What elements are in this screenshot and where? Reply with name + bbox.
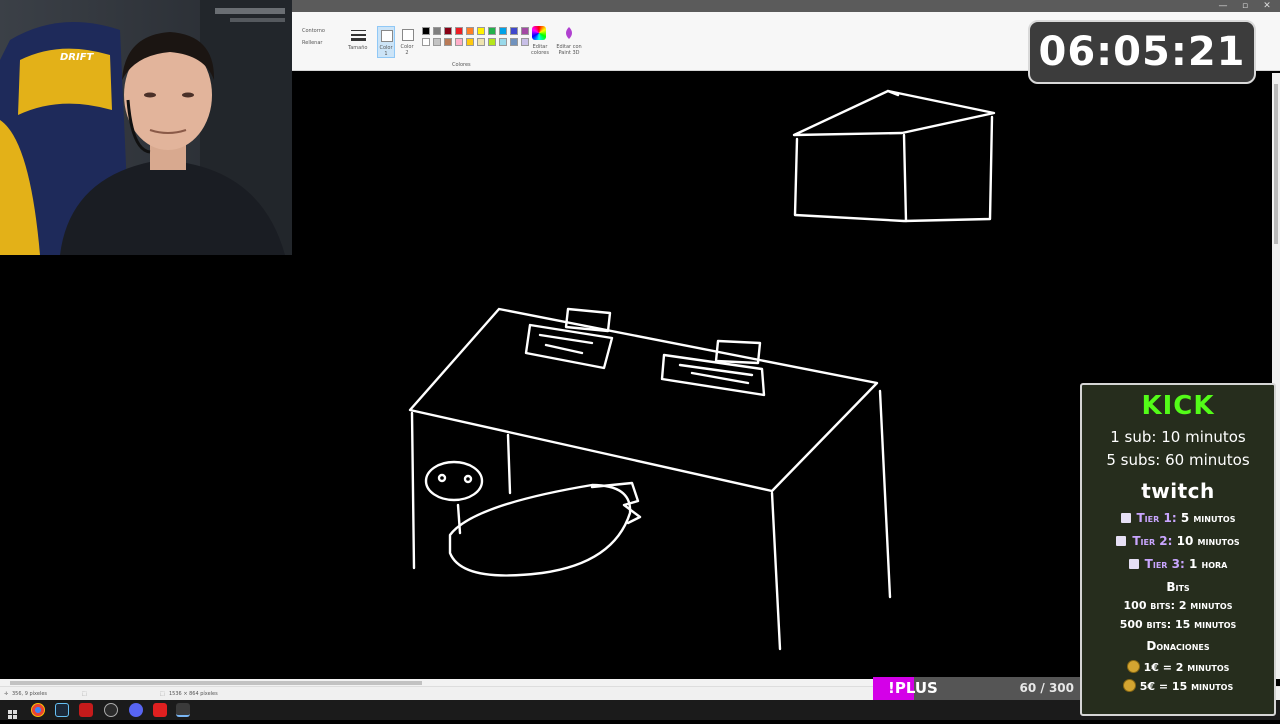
donation-rate-2: 5€ = 15 minutos xyxy=(1082,679,1274,693)
tier-label: Tier 2: xyxy=(1132,534,1173,548)
palette-swatch[interactable] xyxy=(510,27,518,35)
cursor-icon: ✛ xyxy=(4,691,9,697)
color1-button[interactable]: Color 1 xyxy=(377,26,395,58)
obs-icon[interactable] xyxy=(104,703,118,717)
twitch-tier-2: Tier 2: 10 minutos xyxy=(1082,534,1274,548)
donation-rate-1: 1€ = 2 minutos xyxy=(1082,660,1274,674)
donation-text: 5€ = 15 minutos xyxy=(1139,680,1234,693)
donations-heading: Donaciones xyxy=(1146,639,1210,653)
palette-swatch[interactable] xyxy=(466,27,474,35)
drawn-creature xyxy=(424,460,642,577)
bits-rate-2: 500 bits: 15 minutos xyxy=(1119,618,1237,631)
color2-label: Color 2 xyxy=(400,44,414,56)
plus-count: 60 / 300 xyxy=(1019,681,1075,695)
twitch-glitch-icon xyxy=(1128,559,1139,569)
palette-swatch[interactable] xyxy=(422,38,430,46)
palette-swatch[interactable] xyxy=(422,27,430,35)
palette-swatch[interactable] xyxy=(477,38,485,46)
windows-logo xyxy=(8,710,17,719)
discord-icon[interactable] xyxy=(129,703,143,717)
chrome-icon[interactable] xyxy=(31,703,45,717)
close-icon[interactable]: ✕ xyxy=(1256,0,1278,12)
fill-option[interactable]: Rellenar xyxy=(302,40,322,46)
kick-logo: KICK xyxy=(1141,391,1215,421)
twitch-logo: twitch xyxy=(1141,479,1215,503)
selection-icon: ⬚ xyxy=(82,691,87,697)
palette-swatch[interactable] xyxy=(444,27,452,35)
app-red2-icon[interactable] xyxy=(153,703,167,717)
subathon-timer: 06:05:21 xyxy=(1028,20,1256,84)
edit-colors-label: Editar colores xyxy=(531,44,549,56)
subathon-rates-panel: KICK 1 sub: 10 minutos 5 subs: 60 minuto… xyxy=(1080,383,1276,716)
paint3d-icon[interactable] xyxy=(563,26,575,40)
coin-icon xyxy=(1126,660,1140,673)
tier-label: Tier 3: xyxy=(1144,557,1185,571)
tier-label: Tier 1: xyxy=(1136,511,1177,525)
cursor-position: 356, 9 píxeles xyxy=(12,691,48,697)
twitch-glitch-icon xyxy=(1120,513,1131,523)
twitch-glitch-icon xyxy=(1116,536,1127,546)
svg-text:DRIFT: DRIFT xyxy=(60,52,95,63)
windows-start-icon[interactable] xyxy=(8,706,17,719)
maximize-icon[interactable]: ▫ xyxy=(1234,0,1256,12)
kick-rate-2: 5 subs: 60 minutos xyxy=(1106,451,1250,469)
color1-swatch xyxy=(381,30,393,42)
line-size-icon xyxy=(351,30,366,41)
outline-option[interactable]: Contorno xyxy=(302,28,325,34)
coin-icon xyxy=(1122,679,1136,692)
twitch-tier-1: Tier 1: 5 minutos xyxy=(1082,511,1274,525)
drawn-box xyxy=(792,89,996,223)
paint3d-glyph xyxy=(566,27,572,39)
outline-label: Contorno xyxy=(302,28,325,34)
bits-heading: Bits xyxy=(1166,580,1190,594)
paint-workspace-left xyxy=(0,255,292,680)
palette-swatch[interactable] xyxy=(444,38,452,46)
canvas-size-icon: ⬚ xyxy=(160,691,165,697)
colors-group-label: Colores xyxy=(452,62,471,68)
bits-rate-1: 100 bits: 2 minutos xyxy=(1123,599,1233,612)
palette-swatch[interactable] xyxy=(466,38,474,46)
tier-value: 1 hora xyxy=(1188,557,1228,571)
canvas-size: 1536 × 864 píxeles xyxy=(169,691,218,697)
minimize-icon[interactable]: — xyxy=(1212,0,1234,12)
webcam-feed: DRIFT xyxy=(0,0,292,255)
palette-swatch[interactable] xyxy=(488,38,496,46)
palette-swatch[interactable] xyxy=(477,27,485,35)
app-red-icon[interactable] xyxy=(79,703,93,717)
tier-value: 5 minutos xyxy=(1180,511,1236,525)
size-label: Tamaño xyxy=(348,45,368,51)
streamer-webcam-image: DRIFT xyxy=(0,0,292,255)
palette-swatch[interactable] xyxy=(499,38,507,46)
size-button[interactable] xyxy=(350,28,368,42)
tier-value: 10 minutos xyxy=(1176,534,1240,548)
fill-label: Rellenar xyxy=(302,40,323,46)
palette-swatch[interactable] xyxy=(455,27,463,35)
twitch-tier-3: Tier 3: 1 hora xyxy=(1082,557,1274,571)
palette-swatch[interactable] xyxy=(499,27,507,35)
steam-icon[interactable] xyxy=(55,703,69,717)
color2-swatch xyxy=(402,29,414,41)
palette-swatch[interactable] xyxy=(455,38,463,46)
vertical-scroll-thumb[interactable] xyxy=(1274,84,1278,244)
edit-colors-icon[interactable] xyxy=(532,26,546,40)
color1-label: Color 1 xyxy=(379,45,393,57)
donation-text: 1€ = 2 minutos xyxy=(1143,661,1230,674)
palette-swatch[interactable] xyxy=(510,38,518,46)
horizontal-scroll-thumb[interactable] xyxy=(10,681,422,685)
palette-swatch[interactable] xyxy=(433,38,441,46)
paint3d-label: Editar con Paint 3D xyxy=(556,44,582,56)
paint-taskbar-icon[interactable] xyxy=(176,703,190,717)
palette-swatch[interactable] xyxy=(521,27,529,35)
color2-button[interactable]: Color 2 xyxy=(399,26,417,58)
kick-rate-1: 1 sub: 10 minutos xyxy=(1110,428,1246,446)
plus-label: !PLUS xyxy=(888,679,938,697)
palette-swatch[interactable] xyxy=(433,27,441,35)
palette-swatch[interactable] xyxy=(488,27,496,35)
